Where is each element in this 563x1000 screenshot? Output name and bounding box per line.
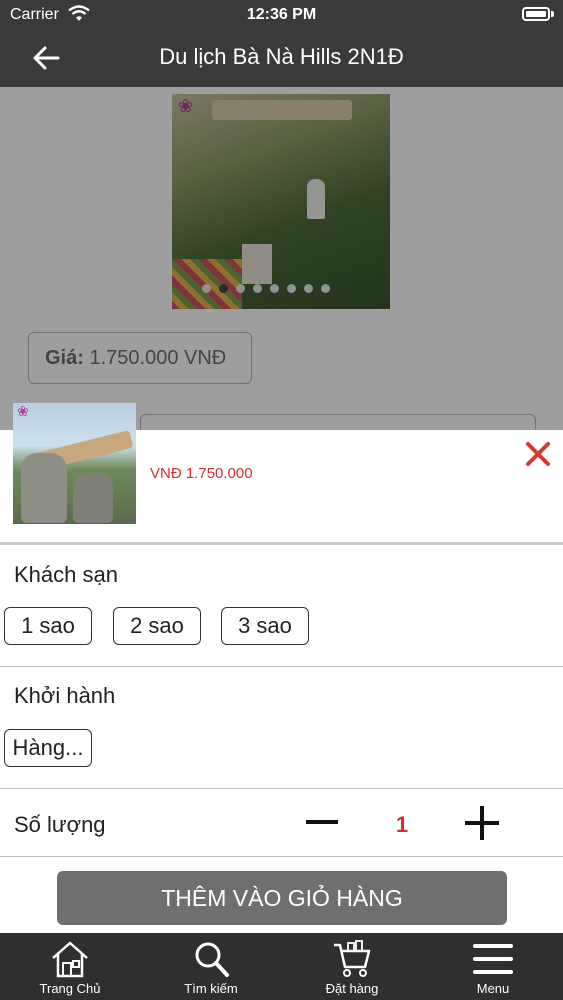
close-icon[interactable] — [524, 440, 552, 468]
tab-order-label: Đặt hàng — [325, 981, 379, 996]
tab-search[interactable]: Tìm kiếm — [141, 933, 281, 1000]
hotel-option-3-star[interactable]: 3 sao — [221, 607, 309, 645]
menu-icon — [473, 944, 513, 974]
battery-icon — [522, 7, 550, 21]
home-icon — [52, 941, 88, 978]
hotel-label: Khách sạn — [14, 562, 118, 587]
status-time: 12:36 PM — [246, 6, 317, 23]
sheet-price: VNĐ 1.750.000 — [150, 465, 253, 482]
search-icon — [195, 942, 229, 977]
quantity-label: Số lượng — [14, 812, 106, 837]
hotel-option-1-star[interactable]: 1 sao — [4, 607, 92, 645]
decrease-quantity-button[interactable] — [306, 820, 338, 824]
quantity-value: 1 — [395, 812, 409, 837]
status-bar: Carrier 12:36 PM — [0, 0, 563, 30]
thumb-hand — [21, 453, 67, 523]
divider — [0, 856, 563, 857]
divider — [0, 542, 563, 545]
tab-home-label: Trang Chủ — [39, 981, 101, 996]
thumb-hand-2 — [73, 473, 113, 523]
tab-order[interactable]: Đặt hàng — [282, 933, 422, 1000]
page-title: Du lịch Bà Nà Hills 2N1Đ — [159, 44, 404, 69]
battery-tip — [551, 11, 554, 17]
lotus-logo-icon: ❀ — [17, 403, 29, 419]
add-to-cart-button[interactable]: THÊM VÀO GIỎ HÀNG — [57, 871, 507, 925]
tab-menu[interactable]: Menu — [423, 933, 563, 1000]
divider — [0, 788, 563, 789]
divider — [0, 666, 563, 667]
tab-menu-label: Menu — [476, 981, 510, 996]
tab-search-label: Tìm kiếm — [184, 981, 238, 996]
increase-quantity-button[interactable] — [465, 806, 499, 840]
departure-label: Khởi hành — [14, 683, 116, 708]
nav-bar: Du lịch Bà Nà Hills 2N1Đ — [0, 30, 563, 87]
cart-icon — [334, 940, 371, 977]
sheet-thumbnail: ❀ — [13, 403, 136, 524]
departure-option[interactable]: Hàng... — [4, 729, 92, 767]
tab-bar: Trang Chủ Tìm kiếm Đặt hàng Menu — [0, 933, 563, 1000]
hotel-option-2-star[interactable]: 2 sao — [113, 607, 201, 645]
tab-home[interactable]: Trang Chủ — [0, 933, 140, 1000]
